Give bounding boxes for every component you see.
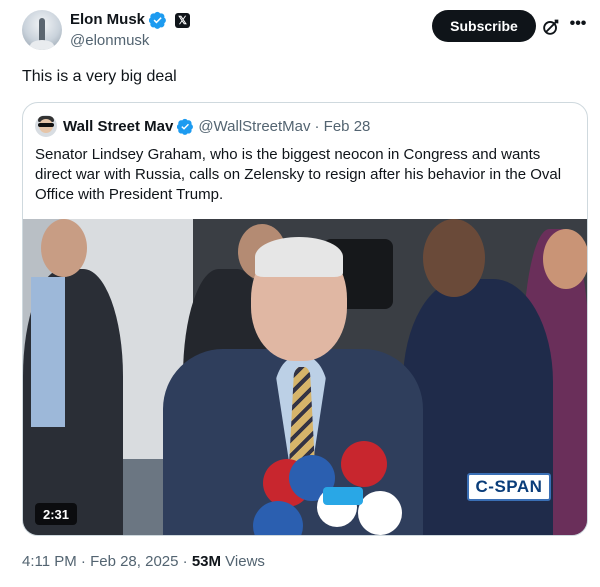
grok-icon[interactable] [540,16,562,38]
quoted-date[interactable]: · Feb 28 [315,118,371,135]
video-duration-badge: 2:31 [35,503,78,525]
views-count: 53M [191,553,221,570]
video-player[interactable]: C-SPAN 2:31 [23,219,587,535]
post-text: This is a very big deal [22,68,177,85]
video-figure [31,277,65,427]
subscribe-button[interactable]: Subscribe [432,10,536,42]
video-figure [543,229,587,289]
post-timestamp[interactable]: 4:11 PM · Feb 28, 2025 · [22,553,192,570]
quoted-header: Wall Street Mav @WallStreetMav · Feb 28 [35,115,370,137]
quoted-post[interactable]: Wall Street Mav @WallStreetMav · Feb 28 … [22,102,588,536]
verified-badge-icon [177,118,194,135]
avatar-smoke-graphic [30,40,54,50]
video-microphone [358,491,402,535]
quoted-author-name[interactable]: Wall Street Mav [63,118,173,135]
x-logo-icon: 𝕏 [175,12,191,28]
video-microphone [323,487,363,505]
video-figure [41,219,87,277]
author-name[interactable]: Elon Musk [70,11,145,29]
views-label: Views [221,553,265,570]
video-figure [423,219,485,297]
quoted-author-handle[interactable]: @WallStreetMav [198,118,310,135]
verified-badge-icon [149,11,166,29]
more-icon[interactable]: ••• [568,14,588,34]
quoted-author-avatar[interactable] [35,115,57,137]
post-footer: 4:11 PM · Feb 28, 2025 · 53M Views [22,552,265,572]
quoted-text: Senator Lindsey Graham, who is the bigge… [35,146,562,203]
quoted-avatar-glasses [38,123,54,127]
author-avatar[interactable] [22,10,62,50]
video-microphone [341,441,387,487]
author-info: Elon Musk 𝕏 @elonmusk [70,11,191,51]
video-speaker-figure [255,237,343,277]
video-watermark: C-SPAN [467,473,551,501]
author-handle[interactable]: @elonmusk [70,31,190,51]
author-name-row: Elon Musk 𝕏 [70,11,191,29]
